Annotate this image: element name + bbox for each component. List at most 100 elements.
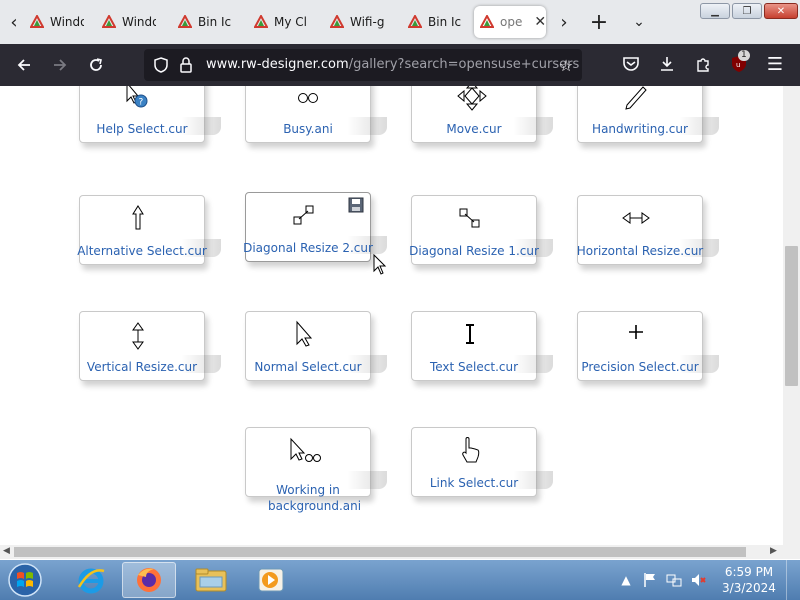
tracking-protection-shield-icon[interactable] bbox=[152, 56, 170, 74]
gallery-item[interactable]: Move.cur bbox=[411, 86, 553, 143]
scroll-tabs-right-button[interactable]: › bbox=[552, 8, 576, 36]
bookmark-star-icon[interactable]: ☆ bbox=[556, 55, 576, 75]
scroll-left-arrow-icon[interactable]: ◀ bbox=[3, 546, 10, 556]
horizontal-resize-cursor-icon bbox=[622, 212, 650, 224]
pocket-button[interactable] bbox=[620, 53, 642, 75]
vertical-scrollbar[interactable] bbox=[783, 86, 800, 545]
url-host: www.rw-designer.com bbox=[206, 57, 349, 72]
tab-7-active[interactable]: ope ✕ bbox=[474, 6, 546, 38]
diagonal-resize-1-cursor-icon bbox=[459, 208, 480, 228]
forward-button[interactable] bbox=[46, 51, 74, 79]
gallery-item-label[interactable]: Horizontal Resize.cur bbox=[573, 243, 707, 259]
gallery-item[interactable]: Diagonal Resize 2.cur bbox=[243, 192, 387, 262]
gallery-item-label[interactable]: Handwriting.cur bbox=[573, 121, 707, 137]
minimize-window-button[interactable]: ▁ bbox=[700, 3, 730, 19]
media-player-icon bbox=[258, 568, 284, 592]
gallery-item-label[interactable]: Text Select.cur bbox=[407, 359, 541, 375]
save-floppy-icon[interactable] bbox=[348, 197, 364, 213]
puzzle-icon bbox=[697, 58, 709, 72]
gallery-item[interactable]: Horizontal Resize.cur bbox=[577, 195, 719, 265]
gallery-item-label[interactable]: Alternative Select.cur bbox=[75, 243, 209, 259]
tab-title: My Cl bbox=[274, 15, 307, 29]
taskbar-internet-explorer[interactable] bbox=[64, 562, 118, 598]
address-bar[interactable]: www.rw-designer.com/gallery?search=opens… bbox=[144, 49, 582, 81]
folder-icon bbox=[195, 568, 227, 592]
tab-6[interactable]: Bin Ic bbox=[402, 6, 464, 38]
tab-5[interactable]: Wifi-g bbox=[324, 6, 388, 38]
gallery-item[interactable]: Text Select.cur bbox=[411, 311, 553, 381]
horizontal-scrollbar[interactable]: ◀ ▶ bbox=[0, 545, 800, 559]
gallery-item-label[interactable]: Help Select.cur bbox=[75, 121, 209, 137]
gallery-page: ? Help Select.cur Busy.ani Move.cur Hand… bbox=[0, 86, 783, 545]
internet-explorer-icon bbox=[77, 568, 105, 594]
forward-arrow-icon bbox=[54, 59, 67, 71]
clock-date: 3/3/2024 bbox=[722, 581, 776, 595]
taskbar-file-explorer[interactable] bbox=[184, 562, 238, 598]
tab-4[interactable]: My Cl bbox=[248, 6, 310, 38]
gallery-item[interactable]: Working in background.ani bbox=[245, 427, 387, 513]
start-button[interactable] bbox=[3, 561, 47, 599]
app-menu-button[interactable]: ☰ bbox=[764, 53, 786, 75]
taskbar-clock[interactable]: 6:59 PM 3/3/2024 bbox=[718, 564, 780, 596]
back-button[interactable] bbox=[10, 51, 38, 79]
gallery-item[interactable]: Precision Select.cur bbox=[577, 311, 719, 381]
tab-favicon-icon bbox=[30, 15, 44, 28]
show-desktop-button[interactable] bbox=[786, 560, 800, 600]
tab-favicon-icon bbox=[178, 15, 192, 28]
gallery-item-label[interactable]: Busy.ani bbox=[241, 121, 375, 137]
tab-title: Wifi-g bbox=[350, 15, 385, 29]
gallery-item[interactable]: ? Help Select.cur bbox=[79, 86, 221, 143]
working-in-background-cursor-icon bbox=[290, 437, 321, 462]
taskbar-firefox[interactable] bbox=[122, 562, 176, 598]
connection-lock-icon[interactable] bbox=[178, 56, 196, 74]
tab-1[interactable]: Windo bbox=[24, 6, 84, 38]
horizontal-scrollbar-thumb[interactable] bbox=[14, 547, 746, 557]
gallery-item[interactable]: Handwriting.cur bbox=[577, 86, 719, 143]
volume-muted-icon[interactable] bbox=[690, 572, 706, 588]
new-tab-button[interactable]: + bbox=[585, 8, 613, 36]
gallery-item-label[interactable]: Working in background.ani bbox=[241, 482, 375, 514]
gallery-item-label-text: Working in background.ani bbox=[268, 483, 362, 513]
network-icon[interactable] bbox=[666, 572, 682, 588]
gallery-item-label[interactable]: Link Select.cur bbox=[407, 475, 541, 491]
gallery-item-label[interactable]: Move.cur bbox=[407, 121, 541, 137]
gallery-item-label[interactable]: Diagonal Resize 1.cur bbox=[407, 243, 541, 259]
gallery-item-label[interactable]: Diagonal Resize 2.cur bbox=[241, 240, 375, 256]
diagonal-resize-2-cursor-icon bbox=[293, 205, 314, 225]
gallery-item[interactable]: Alternative Select.cur bbox=[77, 195, 221, 265]
vertical-scrollbar-thumb[interactable] bbox=[785, 246, 798, 386]
taskbar-media-player[interactable] bbox=[244, 562, 298, 598]
windows-taskbar: ▲ 6:59 PM 3/3/2024 bbox=[0, 560, 800, 600]
list-all-tabs-button[interactable]: ⌄ bbox=[625, 8, 653, 36]
gallery-item[interactable]: Normal Select.cur bbox=[245, 311, 387, 381]
gallery-item[interactable]: Diagonal Resize 1.cur bbox=[409, 195, 553, 265]
show-hidden-icons-icon[interactable]: ▲ bbox=[618, 572, 634, 588]
close-window-button[interactable]: ✕ bbox=[764, 3, 798, 19]
extensions-button[interactable] bbox=[692, 53, 714, 75]
tab-title: Windo bbox=[122, 15, 156, 29]
action-center-flag-icon[interactable] bbox=[642, 572, 658, 588]
system-tray: ▲ bbox=[618, 560, 718, 600]
tab-3[interactable]: Bin Ic bbox=[172, 6, 236, 38]
gallery-item[interactable]: Vertical Resize.cur bbox=[79, 311, 221, 381]
gallery-item[interactable]: Busy.ani bbox=[245, 86, 387, 143]
help-select-cursor-icon: ? bbox=[126, 86, 148, 108]
tab-favicon-icon bbox=[480, 15, 494, 28]
gallery-item-label[interactable]: Vertical Resize.cur bbox=[75, 359, 209, 375]
text-select-cursor-icon bbox=[466, 324, 474, 344]
gallery-item-label[interactable]: Precision Select.cur bbox=[573, 359, 707, 375]
reload-button[interactable] bbox=[82, 51, 110, 79]
gallery-item-label[interactable]: Normal Select.cur bbox=[241, 359, 375, 375]
scroll-tabs-left-button[interactable]: ‹ bbox=[2, 8, 26, 36]
downloads-button[interactable] bbox=[656, 53, 678, 75]
url-text[interactable]: www.rw-designer.com/gallery?search=opens… bbox=[206, 57, 579, 72]
ublock-badge: 1 bbox=[738, 50, 750, 61]
tab-2[interactable]: Windo bbox=[96, 6, 156, 38]
normal-select-cursor-icon bbox=[296, 320, 313, 347]
precision-select-cursor-icon bbox=[629, 325, 643, 339]
restore-window-button[interactable]: ❐ bbox=[732, 3, 762, 19]
gallery-item[interactable]: Link Select.cur bbox=[411, 427, 553, 497]
close-tab-icon[interactable]: ✕ bbox=[534, 14, 546, 30]
download-icon bbox=[661, 57, 673, 71]
scroll-right-arrow-icon[interactable]: ▶ bbox=[770, 546, 777, 556]
